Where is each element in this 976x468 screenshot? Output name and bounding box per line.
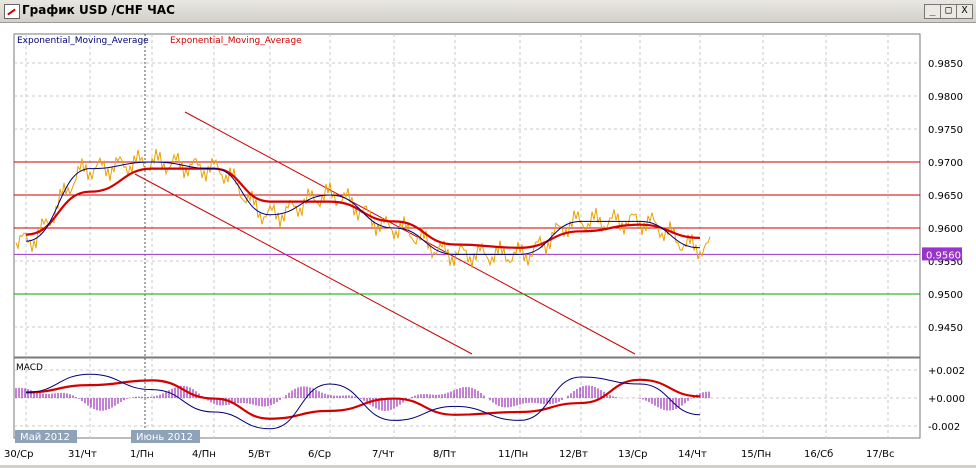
restore-button[interactable]: □ xyxy=(940,4,957,19)
current-price-text: 0.9560 xyxy=(926,250,961,261)
time-tick-label: 4/Пн xyxy=(192,449,216,460)
time-tick-label: 30/Ср xyxy=(4,449,33,460)
time-tick-label: 31/Чт xyxy=(68,449,97,460)
price-chart[interactable]: Exponential_Moving_Average Exponential_M… xyxy=(0,23,976,465)
time-tick-label: 8/Пт xyxy=(433,449,456,460)
macd-tick-label: +0.000 xyxy=(928,394,965,405)
window-title: График USD /CHF ЧАС xyxy=(22,3,175,17)
month-tag-may-text: Май 2012 xyxy=(20,432,70,443)
time-tick-label: 6/Ср xyxy=(308,449,331,460)
price-tick-label: 0.9650 xyxy=(928,191,963,202)
time-tick-label: 7/Чт xyxy=(372,449,395,460)
close-button[interactable]: X xyxy=(956,4,973,19)
macd-tick-label: +0.002 xyxy=(928,366,965,377)
minimize-button[interactable]: _ xyxy=(924,4,941,19)
window-titlebar[interactable]: График USD /CHF ЧАС _ □ X xyxy=(0,0,976,23)
time-tick-label: 13/Ср xyxy=(618,449,647,460)
time-tick-label: 14/Чт xyxy=(678,449,707,460)
macd-label: MACD xyxy=(16,363,43,373)
legend-ema-fast: Exponential_Moving_Average xyxy=(17,36,149,46)
time-tick-label: 12/Вт xyxy=(559,449,588,460)
chart-area[interactable]: Exponential_Moving_Average Exponential_M… xyxy=(0,23,976,465)
macd-tick-label: -0.002 xyxy=(928,422,960,433)
price-tick-label: 0.9850 xyxy=(928,59,963,70)
time-tick-label: 5/Вт xyxy=(248,449,271,460)
time-tick-label: 15/Пн xyxy=(741,449,771,460)
price-tick-label: 0.9700 xyxy=(928,158,963,169)
price-tick-label: 0.9800 xyxy=(928,92,963,103)
price-tick-label: 0.9500 xyxy=(928,290,963,301)
time-tick-label: 1/Пн xyxy=(130,449,154,460)
month-tag-june-text: Июнь 2012 xyxy=(136,432,193,443)
time-tick-label: 16/Сб xyxy=(804,449,833,460)
legend-ema-slow: Exponential_Moving_Average xyxy=(170,36,302,46)
time-tick-label: 11/Пн xyxy=(498,449,528,460)
price-tick-label: 0.9450 xyxy=(928,323,963,334)
time-tick-label: 17/Вс xyxy=(866,449,894,460)
price-tick-label: 0.9600 xyxy=(928,224,963,235)
chart-icon xyxy=(4,4,20,19)
price-tick-label: 0.9750 xyxy=(928,125,963,136)
